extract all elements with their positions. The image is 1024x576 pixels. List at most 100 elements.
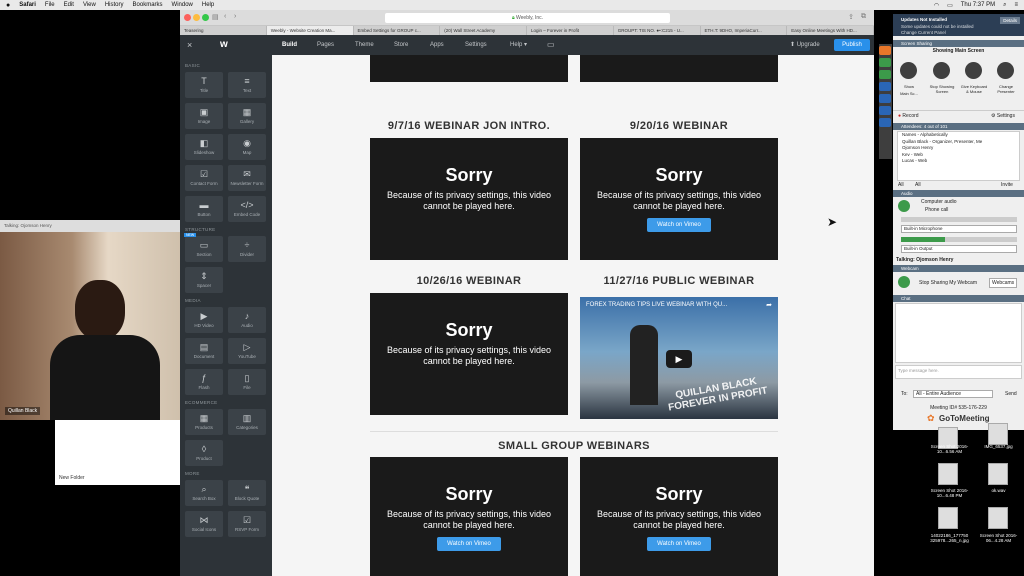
image-file-icon[interactable] [938, 507, 958, 529]
desktop-file-label[interactable]: ok.wav [976, 488, 1021, 493]
element-contact-form[interactable]: ☑ Contact Form [185, 165, 223, 191]
output-select[interactable]: Built-in Output [901, 245, 1017, 253]
element-block-quote[interactable]: ❝ Block Quote [228, 480, 266, 506]
all-filter-button[interactable]: All [898, 182, 904, 188]
screen-sharing-header[interactable]: Screen Sharing [893, 40, 1024, 47]
element-divider[interactable]: ÷ Divider [228, 236, 266, 262]
element-spacer[interactable]: ⇕ Spacer [185, 267, 223, 293]
stop-sharing-webcam-button[interactable]: Stop Sharing My Webcam [919, 280, 977, 286]
element-gallery[interactable]: ▦ Gallery [228, 103, 266, 129]
gtm-tab-orange-icon[interactable] [879, 46, 891, 55]
invite-button[interactable]: Invite [1001, 182, 1013, 188]
tab-login[interactable]: Login – Forever in Profit [527, 26, 614, 35]
menu-history[interactable]: History [105, 2, 124, 8]
vimeo-embed[interactable]: Sorry Because of its privacy settings, t… [370, 293, 568, 415]
vimeo-embed[interactable]: Sorry Because of its privacy settings, t… [580, 457, 778, 576]
menu-help[interactable]: Help [202, 2, 214, 8]
desktop-file-label[interactable]: IMG_6537.jpg [976, 444, 1021, 449]
chat-header[interactable]: Chat [893, 295, 1024, 302]
element-newsletter[interactable]: ✉ Newsletter Form [228, 165, 266, 191]
webcam-icon[interactable] [898, 276, 910, 288]
menu-safari[interactable]: Safari [19, 2, 36, 8]
gtm-tab-mic-icon[interactable] [879, 94, 891, 103]
gtm-tab-attendees-icon[interactable] [879, 82, 891, 91]
element-rsvp-form[interactable]: ☑ RSVP Form [228, 511, 266, 537]
computer-audio-option[interactable]: Computer audio [921, 199, 957, 205]
audio-header[interactable]: Audio [893, 190, 1024, 197]
menu-view[interactable]: View [83, 2, 96, 8]
phone-call-option[interactable]: Phone call [925, 207, 948, 213]
all-mute-button[interactable]: All [915, 182, 921, 188]
image-file-icon[interactable] [988, 423, 1008, 445]
microphone-icon[interactable] [898, 200, 910, 212]
audio-file-icon[interactable] [988, 463, 1008, 485]
tab-wall-street[interactable]: (20) Wall Street Academy [440, 26, 527, 35]
tab-teasering[interactable]: Teasering [180, 26, 267, 35]
settings-button[interactable]: ⚙ Settings [991, 113, 1015, 119]
back-icon[interactable]: ‹ [224, 13, 226, 20]
gtm-tab-chat-icon[interactable] [879, 106, 891, 115]
nav-apps[interactable]: Apps [430, 35, 444, 55]
element-file[interactable]: ▯ File [228, 369, 266, 395]
clock[interactable]: Thu 7:37 PM [961, 2, 995, 8]
nav-settings[interactable]: Settings [465, 35, 487, 55]
element-search-box[interactable]: ⌕ Search Box [185, 480, 223, 506]
youtube-share-icon[interactable]: ➦ [766, 301, 772, 309]
video-embed-top-right[interactable] [580, 55, 778, 82]
menu-edit[interactable]: Edit [64, 2, 74, 8]
battery-icon[interactable]: ▭ [947, 2, 953, 9]
menu-window[interactable]: Window [172, 2, 193, 8]
element-product[interactable]: ◊ Product [185, 440, 223, 466]
menu-file[interactable]: File [45, 2, 55, 8]
upgrade-link[interactable]: ⬆ Upgrade [790, 35, 820, 55]
share-icon[interactable]: ⇪ [848, 13, 854, 21]
minimize-window-button[interactable] [193, 14, 200, 21]
tab-gotomeeting[interactable]: Easy Online Meetings With HD... [787, 26, 874, 35]
play-button[interactable]: ▶ [666, 350, 692, 368]
sidebar-icon[interactable]: ▤ [212, 13, 219, 21]
tab-group[interactable]: GROUPT: TIS NO. ●•:C215 - U... [614, 26, 701, 35]
element-social-icons[interactable]: ⋈ Social Icons [185, 511, 223, 537]
notification-icon[interactable]: ≡ [1014, 2, 1018, 8]
gtm-tab-draw-icon[interactable] [879, 118, 891, 127]
element-products[interactable]: ▦ Products [185, 409, 223, 435]
vimeo-embed[interactable]: Sorry Because of its privacy settings, t… [370, 457, 568, 576]
element-text[interactable]: ≡ Text [228, 72, 266, 98]
chat-input[interactable]: Type message here. [895, 365, 1022, 379]
vimeo-embed[interactable]: Sorry Because of its privacy settings, t… [580, 138, 778, 260]
record-button[interactable]: ● Record [898, 113, 919, 119]
device-preview-icon[interactable]: ▭ [547, 35, 555, 55]
webcam-header[interactable]: Webcam [893, 265, 1024, 272]
element-section[interactable]: ▭ Section [185, 236, 223, 262]
nav-pages[interactable]: Pages [317, 35, 334, 55]
desktop-file-label[interactable]: Screen Shot 2016-10...6.56 AM [927, 444, 972, 454]
url-bar[interactable]: 🔒︎ Weebly, Inc. [385, 13, 670, 23]
attendee-row[interactable]: Lucas - Web [902, 158, 1019, 165]
zoom-window-button[interactable] [202, 14, 209, 21]
element-categories[interactable]: ▥ Categories [228, 409, 266, 435]
element-image[interactable]: ▣ Image [185, 103, 223, 129]
file-icon[interactable] [988, 507, 1008, 529]
nav-store[interactable]: Store [394, 35, 408, 55]
element-flash[interactable]: ƒ Flash [185, 369, 223, 395]
vimeo-embed[interactable]: Sorry Because of its privacy settings, t… [370, 138, 568, 260]
element-title[interactable]: T Title [185, 72, 223, 98]
details-button[interactable]: Details [1000, 17, 1020, 24]
recipient-select[interactable]: All - Entire Audience [913, 390, 993, 398]
tab-embed-settings[interactable]: Embed Settings for GROUP c... [354, 26, 441, 35]
webcams-select[interactable]: Webcams [989, 278, 1018, 288]
element-slideshow[interactable]: ◧ Slideshow [185, 134, 223, 160]
close-editor-icon[interactable]: × [187, 35, 192, 55]
video-embed-top-left[interactable] [370, 55, 568, 82]
tab-weebly[interactable]: Weebly - Website Creation Ma... [266, 26, 354, 35]
wifi-icon[interactable]: ◠ [934, 2, 939, 9]
gtm-tab-webcam-icon[interactable] [879, 70, 891, 79]
desktop-file-label[interactable]: 14022186_177750 325978...265_n.jpg [922, 533, 977, 543]
new-folder-label[interactable]: New Folder [59, 475, 85, 481]
give-keyboard-button[interactable] [965, 62, 982, 79]
youtube-embed[interactable]: FOREX TRADING TIPS LIVE WEBINAR WITH QU.… [580, 297, 778, 419]
change-presenter-button[interactable] [997, 62, 1014, 79]
watch-on-vimeo-button[interactable]: Watch on Vimeo [647, 537, 711, 551]
tab-eth[interactable]: ETH.T: 9DHO, ImperiaCurr... [701, 26, 788, 35]
close-window-button[interactable] [184, 14, 191, 21]
